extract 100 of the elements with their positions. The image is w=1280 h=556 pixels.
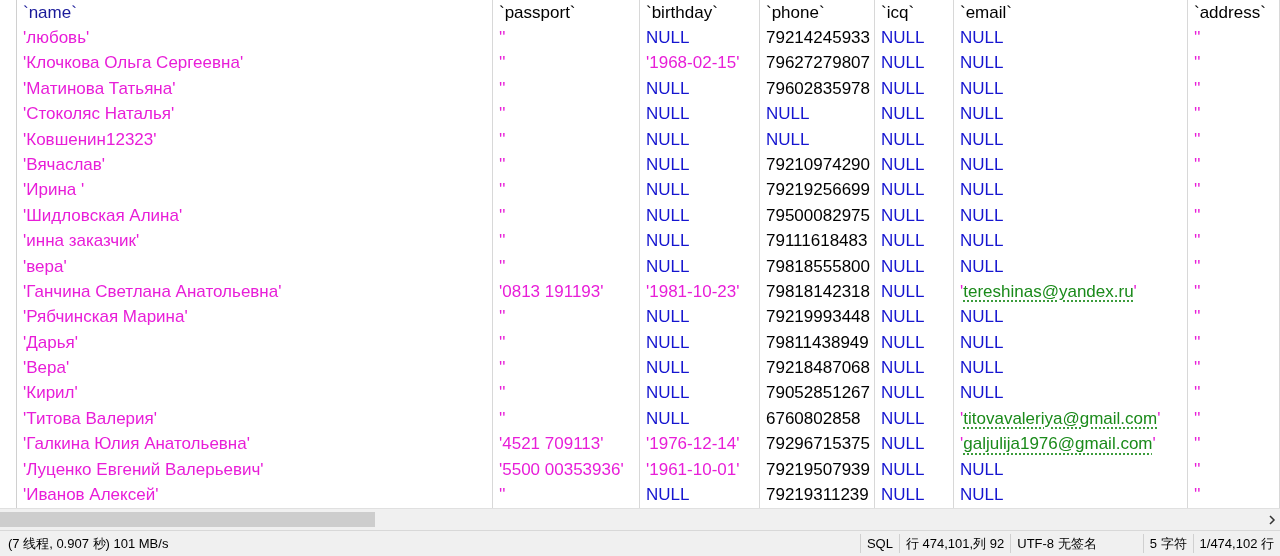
string-value: '': [1194, 52, 1201, 75]
null-value: NULL: [646, 179, 690, 202]
null-value: NULL: [960, 128, 1004, 151]
string-value: '1968-02-15': [646, 52, 740, 75]
string-value: '1981-10-23': [646, 280, 740, 303]
scrollbar-thumb[interactable]: [0, 512, 375, 527]
string-value: '': [499, 407, 506, 430]
number-value: 79219507939: [766, 458, 870, 481]
string-value: 'Луценко Евгений Валерьевич': [23, 458, 264, 481]
number-value: 79627279807: [766, 52, 870, 75]
null-value: NULL: [881, 153, 925, 176]
email-link[interactable]: 'titovavaleriya@gmail.com': [960, 405, 1161, 432]
string-value: '': [1194, 128, 1201, 151]
status-section: 行 474,101,列 92: [898, 533, 1011, 554]
string-value: '': [1194, 458, 1201, 481]
string-value: '1961-10-01': [646, 458, 740, 481]
null-value: NULL: [881, 27, 925, 49]
string-value: '': [1194, 331, 1201, 354]
string-value: '': [499, 77, 506, 100]
string-value: '': [499, 357, 506, 380]
status-section: UTF-8 无签名: [1010, 533, 1103, 554]
string-value: '5500 00353936': [499, 458, 624, 481]
null-value: NULL: [960, 382, 1004, 405]
column-header[interactable]: `birthday`: [646, 0, 718, 26]
null-value: NULL: [960, 77, 1004, 100]
null-value: NULL: [646, 407, 690, 430]
null-value: NULL: [960, 27, 1004, 49]
string-value: 'Матинова Татьяна': [23, 77, 176, 100]
null-value: NULL: [646, 204, 690, 227]
null-value: NULL: [960, 103, 1004, 126]
null-value: NULL: [960, 204, 1004, 227]
column-header[interactable]: `passport`: [499, 0, 576, 26]
string-value: '': [499, 331, 506, 354]
string-value: '': [1194, 433, 1201, 456]
string-value: '': [499, 255, 506, 278]
null-value: NULL: [646, 230, 690, 253]
string-value: '': [499, 27, 506, 49]
string-value: 'Дарья': [23, 331, 78, 354]
string-value: 'Шидловская Алина': [23, 204, 183, 227]
number-value: 79500082975: [766, 204, 870, 227]
string-value: '': [1194, 230, 1201, 253]
null-value: NULL: [646, 255, 690, 278]
string-value: 'Ганчина Светлана Анатольевна': [23, 280, 282, 303]
string-value: 'Стоколяс Наталья': [23, 103, 175, 126]
null-value: NULL: [646, 382, 690, 405]
null-value: NULL: [881, 128, 925, 151]
string-value: '': [1194, 357, 1201, 380]
string-value: '': [1194, 27, 1201, 49]
string-value: '': [499, 153, 506, 176]
string-value: '': [1194, 204, 1201, 227]
string-value: '': [499, 484, 506, 507]
email-link[interactable]: 'tereshinas@yandex.ru': [960, 278, 1137, 305]
null-value: NULL: [881, 458, 925, 481]
number-value: 79219311239: [766, 484, 869, 507]
column-header[interactable]: `name`: [23, 0, 77, 26]
string-value: '': [499, 179, 506, 202]
number-value: 79052851267: [766, 382, 870, 405]
null-value: NULL: [881, 204, 925, 227]
null-value: NULL: [646, 77, 690, 100]
email-link[interactable]: 'galjulija1976@gmail.com': [960, 431, 1156, 457]
string-value: '': [499, 128, 506, 151]
string-value: '': [499, 230, 506, 253]
column-header[interactable]: `address`: [1194, 0, 1266, 26]
string-value: 'Галкина Юлия Анатольевна': [23, 433, 250, 456]
status-section: 1/474,102 行: [1192, 533, 1280, 554]
number-value: 79219256699: [766, 179, 870, 202]
null-value: NULL: [646, 27, 690, 49]
number-value: 79811438949: [766, 331, 869, 354]
number-value: 79296715375: [766, 433, 870, 456]
string-value: '4521 709113': [499, 433, 604, 456]
null-value: NULL: [881, 230, 925, 253]
column-header[interactable]: `icq`: [881, 0, 915, 26]
null-value: NULL: [960, 458, 1004, 481]
null-value: NULL: [960, 357, 1004, 380]
string-value: 'вера': [23, 255, 67, 278]
number-value: 79818555800: [766, 255, 870, 278]
null-value: NULL: [881, 255, 925, 278]
string-value: '': [499, 382, 506, 405]
null-value: NULL: [881, 357, 925, 380]
column-header[interactable]: `phone`: [766, 0, 825, 26]
string-value: '': [499, 52, 506, 75]
null-value: NULL: [960, 306, 1004, 329]
string-value: 'Ирина ': [23, 179, 85, 202]
column-header[interactable]: `email`: [960, 0, 1012, 26]
string-value: 'Иванов Алексей': [23, 484, 159, 507]
string-value: '': [499, 103, 506, 126]
string-value: 'инна заказчик': [23, 230, 140, 253]
null-value: NULL: [766, 103, 810, 126]
string-value: 'любовь': [23, 27, 90, 49]
horizontal-scrollbar[interactable]: [0, 508, 1280, 530]
scroll-right-icon[interactable]: [1268, 514, 1276, 525]
null-value: NULL: [881, 103, 925, 126]
number-value: 79218487068: [766, 357, 870, 380]
string-value: '': [1194, 306, 1201, 329]
string-value: '': [499, 204, 506, 227]
null-value: NULL: [766, 128, 810, 151]
null-value: NULL: [881, 280, 925, 303]
status-section: SQL: [859, 533, 899, 554]
status-section: 5 字符: [1142, 533, 1193, 554]
null-value: NULL: [881, 484, 925, 507]
